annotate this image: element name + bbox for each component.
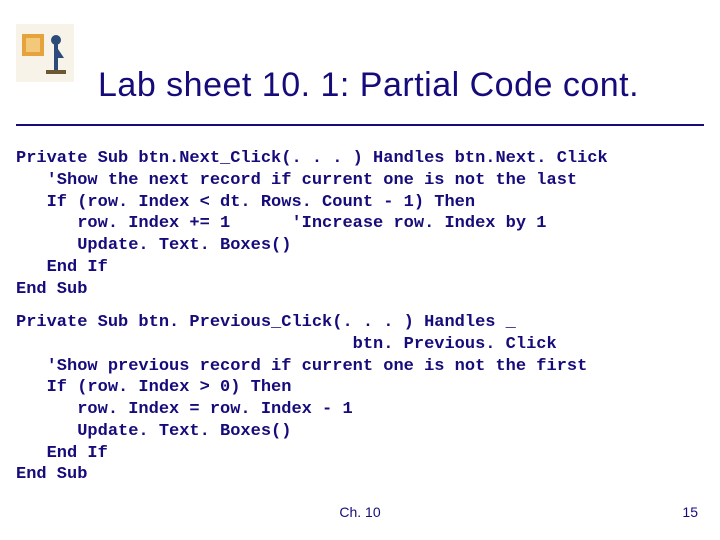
slide-logo xyxy=(16,24,74,87)
slide-title: Lab sheet 10. 1: Partial Code cont. xyxy=(98,66,639,105)
title-underline xyxy=(16,124,704,126)
footer-page-number: 15 xyxy=(682,504,698,520)
footer-chapter: Ch. 10 xyxy=(0,504,720,520)
slide: Lab sheet 10. 1: Partial Code cont. Priv… xyxy=(0,0,720,540)
logo-icon xyxy=(16,24,74,82)
code-block-next: Private Sub btn.Next_Click(. . . ) Handl… xyxy=(16,148,704,300)
code-block-previous: Private Sub btn. Previous_Click(. . . ) … xyxy=(16,312,704,486)
